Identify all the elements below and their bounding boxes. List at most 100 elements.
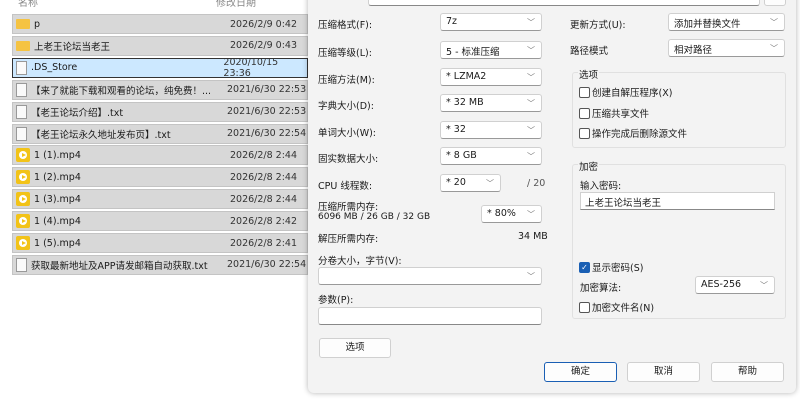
mem-detail: 6096 MB / 26 GB / 32 GB [318,212,431,222]
level-label: 压缩等级(L): [318,48,372,59]
file-row[interactable]: 【老王论坛介绍】.txt 2021/6/30 22:53 [12,101,308,122]
file-row[interactable]: .DS_Store 2020/10/15 23:36 [12,56,308,79]
file-row[interactable]: 1 (3).mp4 2026/2/8 2:44 [12,189,308,210]
chevron-down-icon: ﹀ [770,18,778,27]
dict-value: * 32 MB [446,97,484,108]
delete-checkbox[interactable]: 操作完成后删除源文件 [579,126,687,140]
cpu-max: / 20 [527,178,546,189]
cpu-value: * 20 [446,177,466,188]
dict-select[interactable]: * 32 MB ﹀ [440,94,542,112]
file-row[interactable]: 1 (4).mp4 2026/2/8 2:42 [12,211,308,232]
file-row[interactable]: 【老王论坛永久地址发布页】.txt 2021/6/30 22:54 [12,123,308,144]
chevron-down-icon: ﹀ [527,152,535,161]
method-select[interactable]: * LZMA2 ﹀ [440,68,542,86]
chevron-down-icon: ﹀ [486,179,494,188]
file-row[interactable]: 获取最新地址及APP请发邮箱自动获取.txt 2021/6/30 22:54 [12,254,308,275]
mem-select[interactable]: * 80% ﹀ [481,205,542,223]
video-file-icon [16,148,30,163]
file-date: 2021/6/30 22:54 [227,128,307,139]
file-date: 2021/6/30 22:53 [227,106,307,118]
volume-select[interactable]: ﹀ [318,267,542,285]
column-header-date[interactable]: 修改日期 [216,0,256,9]
file-date: 2026/2/8 2:44 [230,193,298,205]
sfx-checkbox[interactable]: 创建自解压程序(X) [579,85,672,99]
file-icon [16,104,27,119]
level-value: 5 - 标准压缩 [446,47,500,58]
mem-label: 压缩所需内存: [318,202,379,213]
file-name: 【老王论坛介绍】.txt [31,107,124,119]
chevron-down-icon: ﹀ [527,126,535,135]
show-password-checkbox[interactable]: ✓ 显示密码(S) [579,260,643,274]
file-date: 2026/2/8 2:42 [230,215,298,227]
options-button[interactable]: 选项 [319,338,391,358]
file-date: 2020/10/15 23:36 [223,56,279,79]
method-label: 压缩方法(M): [318,75,375,86]
file-icon [16,60,27,75]
word-select[interactable]: * 32 ﹀ [440,121,542,139]
solid-select[interactable]: * 8 GB ﹀ [440,147,542,165]
cancel-button[interactable]: 取消 [627,362,700,382]
path-select[interactable]: 相对路径 ﹀ [668,39,785,57]
encrypt-names-checkbox[interactable]: 加密文件名(N) [579,300,654,314]
file-name: 【老王论坛永久地址发布页】.txt [31,129,171,141]
enc-method-select[interactable]: AES-256 ﹀ [695,276,775,294]
browse-button[interactable] [764,0,786,6]
decomp-label: 解压所需内存: [318,234,379,245]
update-value: 添加并替换文件 [674,19,741,30]
compress-dialog: 压缩格式(F): 7z ﹀ 压缩等级(L): 5 - 标准压缩 ﹀ 压缩方法(M):… [308,0,796,393]
checkbox-icon [579,127,590,139]
folder-icon [16,19,30,29]
file-row[interactable]: p 2026/2/9 0:42 [12,14,308,34]
encrypt-names-label: 加密文件名(N) [592,303,655,314]
dict-label: 字典大小(D): [318,101,374,112]
file-row[interactable]: 1 (1).mp4 2026/2/8 2:44 [12,145,308,166]
path-label: 路径模式 [570,46,609,57]
chevron-down-icon: ﹀ [527,272,535,281]
cpu-select[interactable]: * 20 ﹀ [440,174,501,192]
update-select[interactable]: 添加并替换文件 ﹀ [668,13,785,31]
ok-button[interactable]: 确定 [544,362,617,382]
file-name: p [34,18,41,30]
checkmark-icon: ✓ [579,261,590,273]
file-date: 2026/2/9 0:42 [230,18,298,30]
chevron-down-icon: ﹀ [760,281,768,290]
file-icon [16,126,27,141]
method-value: * LZMA2 [446,71,487,82]
chevron-down-icon: ﹀ [527,99,535,108]
column-header-name[interactable]: 名称 [18,0,38,9]
encryption-title: 加密 [578,159,600,173]
file-name: 1 (1).mp4 [34,149,81,161]
chevron-down-icon: ﹀ [770,44,778,53]
params-label: 参数(P): [318,295,354,306]
file-date: 2021/6/30 22:54 [227,259,307,271]
enc-method-label: 加密算法: [580,283,622,294]
archive-path-input[interactable] [368,0,760,6]
delete-label: 操作完成后删除源文件 [592,129,688,140]
word-value: * 32 [446,124,466,135]
params-input[interactable] [318,307,542,325]
solid-value: * 8 GB [446,150,477,161]
file-icon [16,257,27,272]
mem-value: * 80% [487,208,516,219]
chevron-down-icon: ﹀ [527,210,535,219]
format-select[interactable]: 7z ﹀ [440,13,542,31]
level-select[interactable]: 5 - 标准压缩 ﹀ [440,41,542,59]
sfx-label: 创建自解压程序(X) [592,88,673,99]
file-date: 2026/2/9 0:43 [230,40,298,52]
file-name: 【来了就能下载和观看的论坛，纯免费！... [31,85,212,97]
update-label: 更新方式(U): [570,20,626,31]
cpu-label: CPU 线程数: [318,181,373,192]
help-button[interactable]: 帮助 [711,362,784,382]
chevron-down-icon: ﹀ [527,46,535,55]
password-input[interactable]: 上老王论坛当老王 [580,192,775,210]
file-name: 1 (2).mp4 [34,171,81,183]
shared-checkbox[interactable]: 压缩共享文件 [579,106,649,120]
enc-method-value: AES-256 [701,279,742,290]
file-row[interactable]: 【来了就能下载和观看的论坛，纯免费！... 2021/6/30 22:53 [12,79,308,100]
file-row[interactable]: 上老王论坛当老王 2026/2/9 0:43 [12,35,308,56]
shared-label: 压缩共享文件 [592,109,650,120]
file-row[interactable]: 1 (5).mp4 2026/2/8 2:41 [12,233,308,253]
format-label: 压缩格式(F): [318,20,373,31]
file-name: .DS_Store [31,62,78,74]
file-row[interactable]: 1 (2).mp4 2026/2/8 2:44 [12,167,308,188]
